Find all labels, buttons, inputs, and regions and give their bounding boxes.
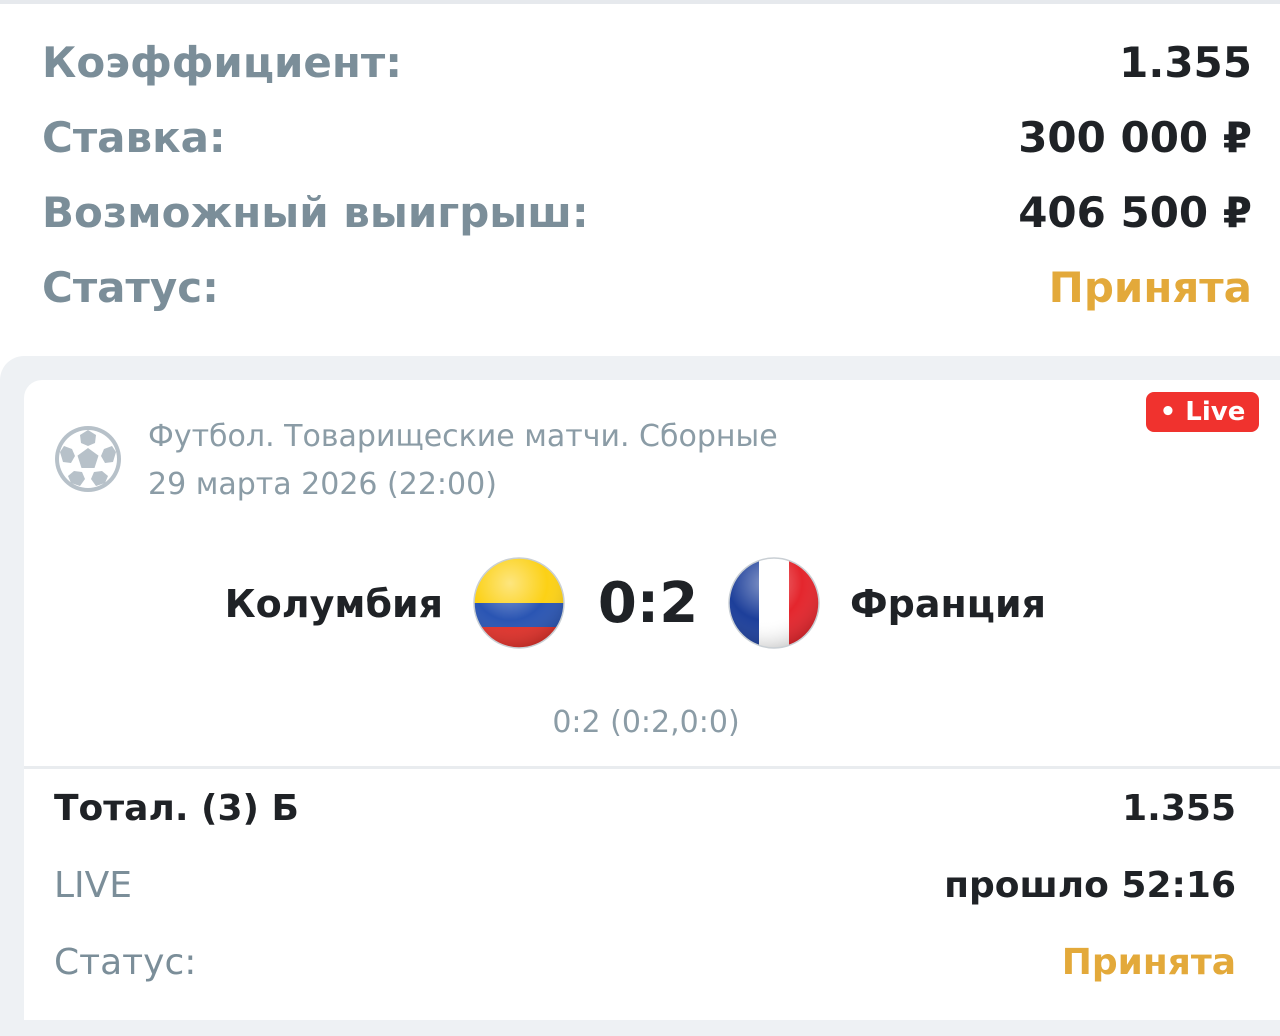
status-row: Статус: Принята	[42, 253, 1252, 323]
live-badge: • Live	[1146, 392, 1259, 432]
bet-status-row: Статус: Принята	[54, 933, 1236, 993]
coefficient-row: Коэффициент: 1.355	[42, 28, 1252, 98]
away-team-name: Франция	[850, 582, 1046, 626]
status-value: Принята	[1048, 263, 1252, 312]
soccer-ball-icon	[55, 426, 121, 492]
elapsed-time: прошло 52:16	[944, 865, 1236, 906]
league-name: Футбол. Товарищеские матчи. Сборные	[148, 419, 778, 454]
payout-value: 406 500 ₽	[1018, 188, 1252, 237]
coefficient-value: 1.355	[1119, 38, 1252, 87]
stake-label: Ставка:	[42, 113, 226, 162]
colombia-flag-icon	[473, 557, 565, 649]
status-label: Статус:	[42, 263, 219, 312]
stake-value: 300 000 ₽	[1018, 113, 1252, 162]
payout-row: Возможный выигрыш: 406 500 ₽	[42, 178, 1252, 248]
match-date: 29 марта 2026 (22:00)	[148, 467, 497, 502]
home-team-name: Колумбия	[224, 582, 443, 626]
card-divider	[24, 766, 1280, 769]
period-scores: 0:2 (0:2,0:0)	[552, 705, 740, 740]
live-mode-label: LIVE	[54, 865, 133, 906]
france-flag-icon	[728, 557, 820, 649]
top-divider	[0, 0, 1280, 4]
market-row: Тотал. (3) Б 1.355	[54, 779, 1236, 839]
stake-row: Ставка: 300 000 ₽	[42, 103, 1252, 173]
payout-label: Возможный выигрыш:	[42, 188, 589, 237]
live-row: LIVE прошло 52:16	[54, 856, 1236, 916]
coefficient-label: Коэффициент:	[42, 38, 403, 87]
market-odds: 1.355	[1122, 788, 1236, 829]
bet-status-label: Статус:	[54, 942, 197, 983]
bet-status-value: Принята	[1061, 942, 1236, 983]
match-score: 0:2	[597, 571, 699, 636]
market-label: Тотал. (3) Б	[54, 788, 299, 829]
